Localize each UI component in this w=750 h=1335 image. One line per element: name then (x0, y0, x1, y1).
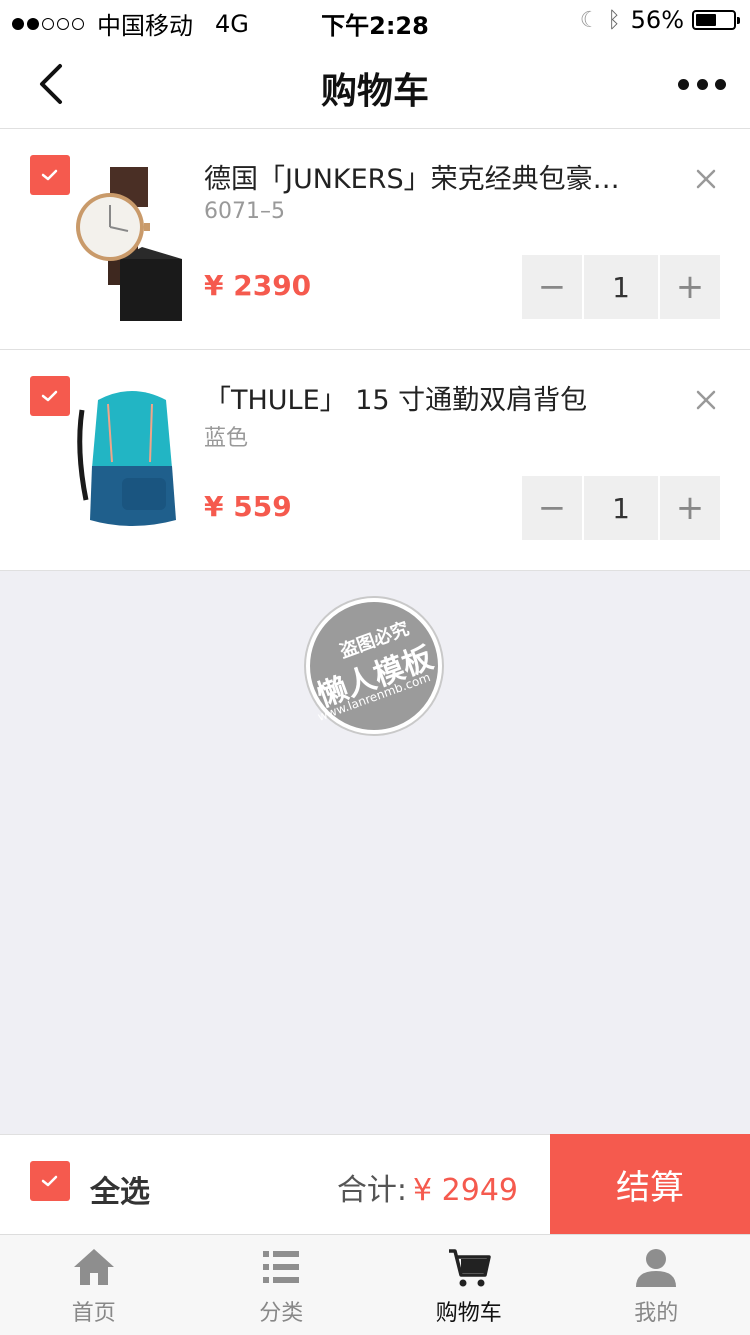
tab-label: 分类 (188, 1295, 376, 1327)
item-checkbox[interactable] (30, 376, 70, 416)
tab-label: 购物车 (375, 1295, 563, 1327)
status-right: ☾ ᛒ 56% (580, 6, 736, 34)
decrease-quantity-button[interactable]: − (522, 476, 582, 540)
status-bar: 中国移动 4G 下午2:28 ☾ ᛒ 56% (0, 0, 750, 40)
item-price: ¥ 2390 (204, 269, 311, 302)
quantity-stepper: − 1 + (522, 476, 720, 540)
checkout-bar: 全选 合计:¥ 2949 结算 (0, 1134, 750, 1235)
cart-item: 德国「JUNKERS」荣克经典包豪斯... 6071–5 ¥ 2390 − 1 … (0, 129, 750, 350)
item-price: ¥ 559 (204, 490, 292, 523)
checkmark-icon (40, 167, 60, 183)
tab-label: 首页 (0, 1295, 188, 1327)
tab-profile[interactable]: 我的 (563, 1235, 750, 1335)
battery-percent: 56% (631, 6, 684, 34)
decrease-quantity-button[interactable]: − (522, 255, 582, 319)
total-price: 合计:¥ 2949 (337, 1165, 518, 1209)
total-label: 合计: (337, 1173, 407, 1208)
tab-cart[interactable]: 购物车 (375, 1235, 563, 1335)
tab-label: 我的 (563, 1295, 750, 1327)
remove-item-icon[interactable] (694, 388, 718, 412)
tab-bar: 首页 分类 购物车 我的 (0, 1234, 750, 1335)
tab-category[interactable]: 分类 (188, 1235, 376, 1335)
quantity-stepper: − 1 + (522, 255, 720, 319)
select-all-checkbox[interactable] (30, 1161, 70, 1201)
checkmark-icon (40, 1173, 60, 1189)
total-value: ¥ 2949 (413, 1173, 518, 1208)
page-title: 购物车 (0, 62, 750, 114)
item-title[interactable]: 德国「JUNKERS」荣克经典包豪斯... (204, 157, 644, 196)
cart-item: 「THULE」 15 寸通勤双肩背包 蓝色 ¥ 559 − 1 + (0, 350, 750, 571)
quantity-value[interactable]: 1 (584, 476, 658, 540)
cart-list: 德国「JUNKERS」荣克经典包豪斯... 6071–5 ¥ 2390 − 1 … (0, 129, 750, 571)
bluetooth-icon: ᛒ (607, 8, 620, 33)
item-title[interactable]: 「THULE」 15 寸通勤双肩背包 (204, 378, 644, 417)
select-all-label[interactable]: 全选 (90, 1167, 150, 1211)
item-checkbox[interactable] (30, 155, 70, 195)
checkmark-icon (40, 388, 60, 404)
checkout-button[interactable]: 结算 (550, 1134, 750, 1235)
cart-icon (445, 1245, 493, 1289)
watermark-badge: 盗图必究 懒人模板 www.lanrenmb.com (306, 598, 442, 734)
home-icon (70, 1245, 118, 1289)
remove-item-icon[interactable] (694, 167, 718, 191)
battery-icon (692, 10, 736, 30)
watch-product-image[interactable] (72, 149, 192, 329)
item-spec: 6071–5 (204, 199, 285, 224)
navigation-bar: 购物车 (0, 40, 750, 129)
tab-home[interactable]: 首页 (0, 1235, 188, 1335)
more-dots-icon (678, 79, 689, 90)
user-icon (632, 1245, 680, 1289)
quantity-value[interactable]: 1 (584, 255, 658, 319)
moon-icon: ☾ (580, 8, 600, 33)
list-icon (257, 1245, 305, 1289)
backpack-product-image[interactable] (72, 370, 192, 550)
item-spec: 蓝色 (204, 420, 248, 452)
increase-quantity-button[interactable]: + (660, 255, 720, 319)
more-button[interactable] (678, 70, 726, 98)
increase-quantity-button[interactable]: + (660, 476, 720, 540)
